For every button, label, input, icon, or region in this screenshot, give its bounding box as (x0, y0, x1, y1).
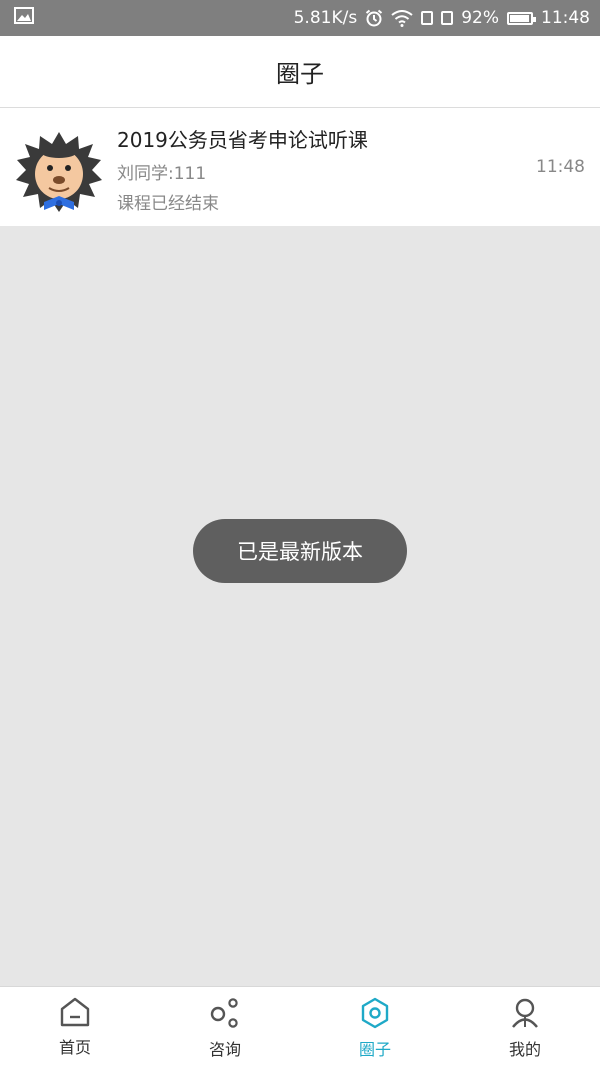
content-area[interactable] (0, 226, 600, 986)
alarm-icon (365, 9, 383, 27)
item-status: 课程已经结束 (117, 194, 219, 214)
consult-icon (209, 997, 241, 1033)
clock: 11:48 (541, 8, 590, 28)
lion-avatar (16, 130, 102, 216)
tab-label: 首页 (58, 1038, 91, 1057)
wifi-icon (391, 9, 413, 27)
tab-label: 咨询 (208, 1040, 241, 1059)
circle-hex-icon (359, 997, 391, 1033)
tab-label: 圈子 (358, 1040, 391, 1059)
status-bar: 5.81K/s 92% 11:48 (0, 0, 600, 36)
item-time: 11:48 (536, 157, 585, 177)
item-title: 2019公务员省考申论试听课 (117, 128, 368, 152)
page-header: 圈子 (0, 36, 600, 108)
sim-icon (421, 11, 434, 25)
list-item[interactable]: 2019公务员省考申论试听课 刘同学:111 课程已经结束 11:48 (0, 108, 600, 226)
person-icon (509, 997, 541, 1033)
item-sender: 刘同学:111 (117, 164, 207, 184)
image-icon (14, 7, 34, 29)
tab-consult[interactable]: 咨询 (150, 987, 300, 1067)
tab-mine[interactable]: 我的 (450, 987, 600, 1067)
battery-percent: 92% (461, 8, 499, 28)
tab-home[interactable]: 首页 (0, 987, 150, 1067)
tab-label: 我的 (508, 1040, 541, 1059)
home-icon (59, 997, 91, 1031)
toast-message: 已是最新版本 (193, 519, 407, 583)
network-speed: 5.81K/s (293, 8, 358, 28)
sim-icon-2 (441, 11, 454, 25)
battery-icon (507, 11, 536, 25)
tab-circle[interactable]: 圈子 (300, 987, 450, 1067)
bottom-tab-bar: 首页 咨询 圈子 我的 (0, 986, 600, 1067)
page-title: 圈子 (276, 60, 324, 88)
